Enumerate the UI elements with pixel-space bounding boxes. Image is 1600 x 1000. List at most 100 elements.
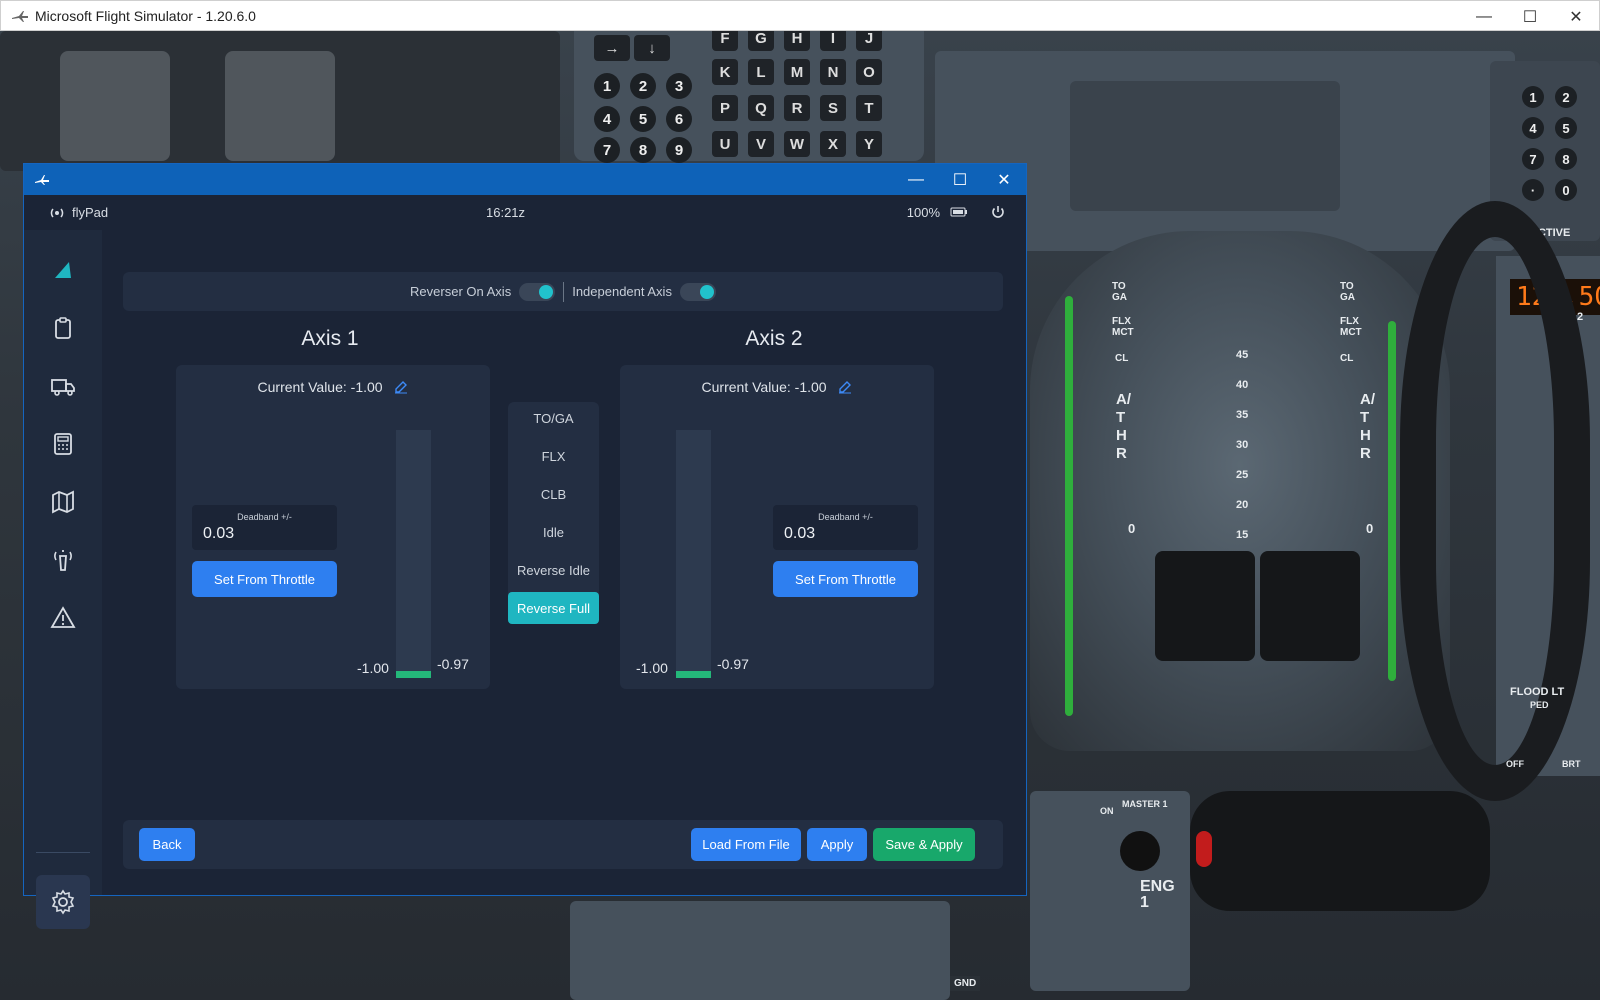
axis1-title: Axis 1 [301, 327, 359, 350]
truck-icon [51, 379, 75, 396]
app-maximize-button[interactable]: ☐ [1507, 1, 1553, 32]
num-key-4[interactable]: 4 [594, 106, 620, 132]
yoke-ring [1400, 201, 1590, 801]
right-num-dot[interactable]: · [1522, 179, 1544, 201]
sidebar-item-ground[interactable] [43, 366, 83, 406]
app-title: Microsoft Flight Simulator - 1.20.6.0 [35, 7, 256, 24]
app-close-button[interactable]: ✕ [1553, 1, 1599, 32]
right-num-2[interactable]: 2 [1555, 86, 1577, 108]
key-k[interactable]: K [712, 59, 738, 85]
key-v[interactable]: V [748, 131, 774, 157]
brt-label: BRT [1562, 759, 1581, 769]
master-switch-1[interactable] [1120, 831, 1160, 871]
key-i[interactable]: I [820, 31, 846, 51]
sidebar-item-dashboard[interactable] [43, 250, 83, 290]
key-r[interactable]: R [784, 95, 810, 121]
axis2-deadband-field[interactable]: Deadband +/- 0.03 [773, 505, 918, 550]
key-f[interactable]: F [712, 31, 738, 51]
save-and-apply-button[interactable]: Save & Apply [873, 828, 975, 861]
reverser-on-axis-toggle[interactable] [519, 282, 556, 301]
key-u[interactable]: U [712, 131, 738, 157]
detent-clb[interactable]: CLB [508, 478, 599, 510]
axis1-deadband-field[interactable]: Deadband +/- 0.03 [192, 505, 337, 550]
key-t[interactable]: T [856, 95, 882, 121]
key-o[interactable]: O [856, 59, 882, 85]
axis2-set-from-throttle-button[interactable]: Set From Throttle [773, 561, 918, 597]
thrust-lever-1[interactable] [1155, 551, 1255, 661]
sidebar-item-atc[interactable] [43, 540, 83, 580]
back-button[interactable]: Back [139, 828, 195, 861]
key-g[interactable]: G [748, 31, 774, 51]
key-x[interactable]: X [820, 131, 846, 157]
num-key-7[interactable]: 7 [594, 137, 620, 163]
axis1-card: Current Value: -1.00 Deadband +/- 0.03 S… [176, 365, 490, 689]
flypad-maximize-button[interactable]: ☐ [938, 164, 982, 195]
num-key-6[interactable]: 6 [666, 106, 692, 132]
right-num-5[interactable]: 5 [1555, 117, 1577, 139]
flx-label-right: FLX MCT [1340, 316, 1362, 338]
detent-toga[interactable]: TO/GA [508, 402, 599, 434]
right-num-7[interactable]: 7 [1522, 148, 1544, 170]
key-h[interactable]: H [784, 31, 810, 51]
gnd-label: GND [950, 976, 981, 991]
right-num-1[interactable]: 1 [1522, 86, 1544, 108]
axis2-low-value: -1.00 [636, 660, 668, 676]
num-key-5[interactable]: 5 [630, 106, 656, 132]
red-master-knob[interactable] [1196, 831, 1212, 867]
num-key-1[interactable]: 1 [594, 73, 620, 99]
flypad-sidebar [24, 230, 102, 929]
num-key-8[interactable]: 8 [630, 137, 656, 163]
axis1-range-fill [396, 670, 431, 678]
independent-axis-toggle[interactable] [679, 282, 716, 301]
detent-flx[interactable]: FLX [508, 440, 599, 472]
sidebar-item-dispatch[interactable] [43, 308, 83, 348]
key-n[interactable]: N [820, 59, 846, 85]
sidebar-item-settings[interactable] [36, 875, 90, 929]
msfs-app-icon [12, 10, 28, 22]
atc-tower-icon [54, 550, 72, 571]
flypad-status-bar: flyPad 16:21z 100% [24, 195, 1026, 230]
scale-15: 15 [1236, 529, 1249, 541]
apply-button[interactable]: Apply [807, 828, 867, 861]
detent-reverse-full[interactable]: Reverse Full [508, 592, 599, 624]
sidebar-item-performance[interactable] [43, 424, 83, 464]
arrow-down-key[interactable]: ↓ [634, 35, 670, 61]
app-minimize-button[interactable]: — [1461, 1, 1507, 32]
detent-idle[interactable]: Idle [508, 516, 599, 548]
key-p[interactable]: P [712, 95, 738, 121]
sidebar-item-failures[interactable] [43, 598, 83, 638]
mcdu-keypad: → ↓ F G H I J K L M N O P Q R S T U V W … [574, 31, 924, 163]
right-num-0[interactable]: 0 [1555, 179, 1577, 201]
axis1-range-bar [396, 430, 431, 678]
thrust-lever-2[interactable] [1260, 551, 1360, 661]
detent-reverse-idle[interactable]: Reverse Idle [508, 554, 599, 586]
flypad-close-button[interactable]: ✕ [982, 164, 1026, 195]
edit-pencil-icon[interactable] [394, 380, 408, 394]
key-q[interactable]: Q [748, 95, 774, 121]
axis2-deadband-value: 0.03 [784, 525, 816, 542]
axis2-current-value-text: Current Value: -1.00 [701, 379, 827, 395]
right-num-4[interactable]: 4 [1522, 117, 1544, 139]
edit-pencil-icon[interactable] [838, 380, 852, 394]
key-m[interactable]: M [784, 59, 810, 85]
flypad-minimize-button[interactable]: — [894, 164, 938, 195]
key-j[interactable]: J [856, 31, 882, 51]
load-from-file-button[interactable]: Load From File [691, 828, 801, 861]
key-l[interactable]: L [748, 59, 774, 85]
power-icon[interactable] [990, 204, 1006, 220]
sidebar-item-navigation[interactable] [43, 482, 83, 522]
ped-label: PED [1530, 700, 1549, 710]
key-w[interactable]: W [784, 131, 810, 157]
arrow-right-key[interactable]: → [594, 35, 630, 61]
axis1-set-from-throttle-button[interactable]: Set From Throttle [192, 561, 337, 597]
num-key-2[interactable]: 2 [630, 73, 656, 99]
num-key-3[interactable]: 3 [666, 73, 692, 99]
key-s[interactable]: S [820, 95, 846, 121]
flypad-titlebar[interactable]: — ☐ ✕ [24, 164, 1026, 195]
key-y[interactable]: Y [856, 131, 882, 157]
axis2-range-fill [676, 670, 711, 678]
calculator-icon [54, 433, 72, 455]
right-num-8[interactable]: 8 [1555, 148, 1577, 170]
axis2-range-bar [676, 430, 711, 678]
num-key-9[interactable]: 9 [666, 137, 692, 163]
